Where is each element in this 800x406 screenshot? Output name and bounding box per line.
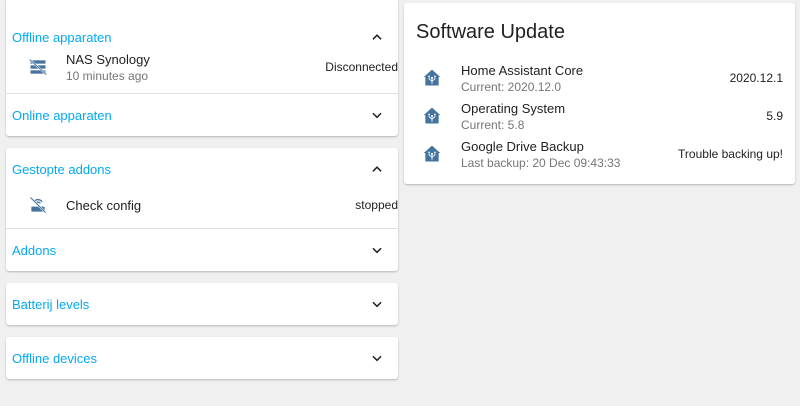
entity-secondary: Current: 5.8	[461, 117, 525, 132]
entity-secondary: Current: 2020.12.0	[461, 79, 562, 94]
chevron-down-icon[interactable]	[370, 297, 384, 311]
entity-name: Home Assistant Core	[461, 62, 584, 78]
home-assistant-icon	[422, 144, 442, 164]
entity-row-home-assistant-core[interactable]: Home Assistant Core Current: 2020.12.0 2…	[404, 59, 795, 97]
online-apparaten-header[interactable]: Online apparaten	[6, 94, 398, 136]
chevron-down-icon[interactable]	[370, 108, 384, 122]
entity-name: Operating System	[461, 100, 566, 116]
section-title-gestopte-addons: Gestopte addons	[12, 161, 112, 177]
entity-name: NAS Synology	[66, 51, 150, 67]
section-title-addons: Addons	[12, 242, 57, 258]
battery-levels-card: Batterij levels	[6, 283, 398, 325]
entity-name: Check config	[66, 197, 142, 213]
entity-name: Google Drive Backup	[461, 138, 584, 154]
entity-row-check-config[interactable]: Check config stopped	[6, 190, 398, 220]
gestopte-addons-header[interactable]: Gestopte addons	[6, 148, 398, 190]
chevron-down-icon[interactable]	[370, 351, 384, 365]
offline-online-devices-card: Offline apparaten NAS Synology 10 minute…	[6, 0, 398, 136]
entity-state: 2020.12.1	[729, 71, 783, 85]
entity-state: stopped	[355, 198, 398, 212]
entity-state: 5.9	[766, 109, 783, 123]
section-title-offline-apparaten: Offline apparaten	[12, 29, 112, 45]
offline-devices-header[interactable]: Offline devices	[6, 337, 398, 379]
entity-row-nas-synology[interactable]: NAS Synology 10 minutes ago Disconnected	[6, 47, 398, 87]
entity-row-operating-system[interactable]: Operating System Current: 5.8 5.9	[404, 97, 795, 135]
entity-secondary: Last backup: 20 Dec 09:43:33	[461, 155, 621, 170]
chevron-down-icon[interactable]	[370, 243, 384, 257]
chevron-up-icon[interactable]	[370, 30, 384, 44]
card-title: Software Update	[416, 21, 565, 43]
section-title-offline-devices: Offline devices	[12, 350, 98, 366]
software-update-card: Software Update Home Assistant Core Curr…	[404, 3, 795, 184]
chevron-up-icon[interactable]	[370, 162, 384, 176]
section-title-online-apparaten: Online apparaten	[12, 107, 112, 123]
entity-state: Disconnected	[325, 60, 398, 74]
router-wireless-off-icon	[28, 195, 48, 215]
entity-last-changed: 10 minutes ago	[66, 68, 149, 83]
offline-devices-card: Offline devices	[6, 337, 398, 379]
entity-row-google-drive-backup[interactable]: Google Drive Backup Last backup: 20 Dec …	[404, 135, 795, 173]
left-column: Offline apparaten NAS Synology 10 minute…	[6, 0, 398, 391]
home-assistant-icon	[422, 106, 442, 126]
home-assistant-icon	[422, 68, 442, 88]
batterij-levels-header[interactable]: Batterij levels	[6, 283, 398, 325]
addons-card: Gestopte addons Check config stopped Add…	[6, 148, 398, 271]
entity-state: Trouble backing up!	[678, 147, 783, 161]
nas-off-icon	[28, 57, 48, 77]
section-title-batterij-levels: Batterij levels	[12, 296, 90, 312]
addons-header[interactable]: Addons	[6, 229, 398, 271]
